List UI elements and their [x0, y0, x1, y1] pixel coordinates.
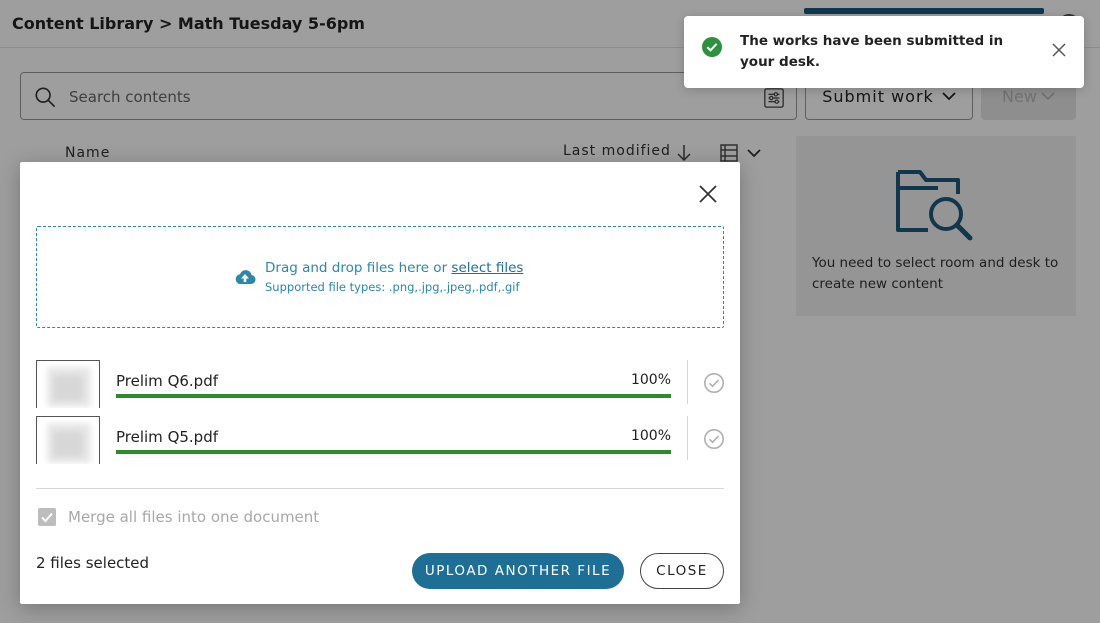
- success-toast: The works have been submitted in your de…: [684, 16, 1084, 88]
- check-circle-icon: [702, 37, 722, 57]
- file-progress-percent: 100%: [630, 372, 671, 388]
- file-name: Prelim Q5.pdf: [116, 428, 219, 446]
- file-thumbnail: [36, 416, 100, 464]
- file-thumbnail: [36, 360, 100, 408]
- file-row: Prelim Q5.pdf 100%: [36, 416, 724, 464]
- divider: [36, 488, 724, 489]
- merge-checkbox[interactable]: [38, 508, 56, 526]
- check-circle-icon: [704, 373, 724, 393]
- close-icon[interactable]: [696, 182, 720, 206]
- cloud-upload-icon: [235, 270, 256, 284]
- upload-another-file-button[interactable]: UPLOAD ANOTHER FILE: [412, 553, 624, 589]
- file-progress-fill: [116, 450, 671, 454]
- upload-dialog: Drag and drop files here or select files…: [20, 162, 740, 604]
- file-progress-bar: [116, 450, 671, 454]
- file-dropzone[interactable]: Drag and drop files here or select files…: [36, 226, 724, 328]
- file-progress-percent: 100%: [630, 428, 671, 444]
- file-progress-bar: [116, 394, 671, 398]
- selected-count: 2 files selected: [36, 554, 150, 572]
- select-files-link[interactable]: select files: [451, 260, 523, 276]
- close-icon[interactable]: [1051, 42, 1067, 58]
- check-circle-icon: [704, 429, 724, 449]
- file-progress-fill: [116, 394, 671, 398]
- toast-message: The works have been submitted in your de…: [740, 33, 1004, 70]
- merge-label: Merge all files into one document: [68, 508, 320, 526]
- file-row: Prelim Q6.pdf 100%: [36, 360, 724, 408]
- dropzone-text: Drag and drop files here or select files: [265, 260, 523, 276]
- dropzone-instruction: Drag and drop files here or: [265, 260, 448, 276]
- file-name: Prelim Q6.pdf: [116, 372, 219, 390]
- close-button[interactable]: CLOSE: [640, 553, 724, 589]
- supported-types: Supported file types: .png,.jpg,.jpeg,.p…: [265, 280, 520, 294]
